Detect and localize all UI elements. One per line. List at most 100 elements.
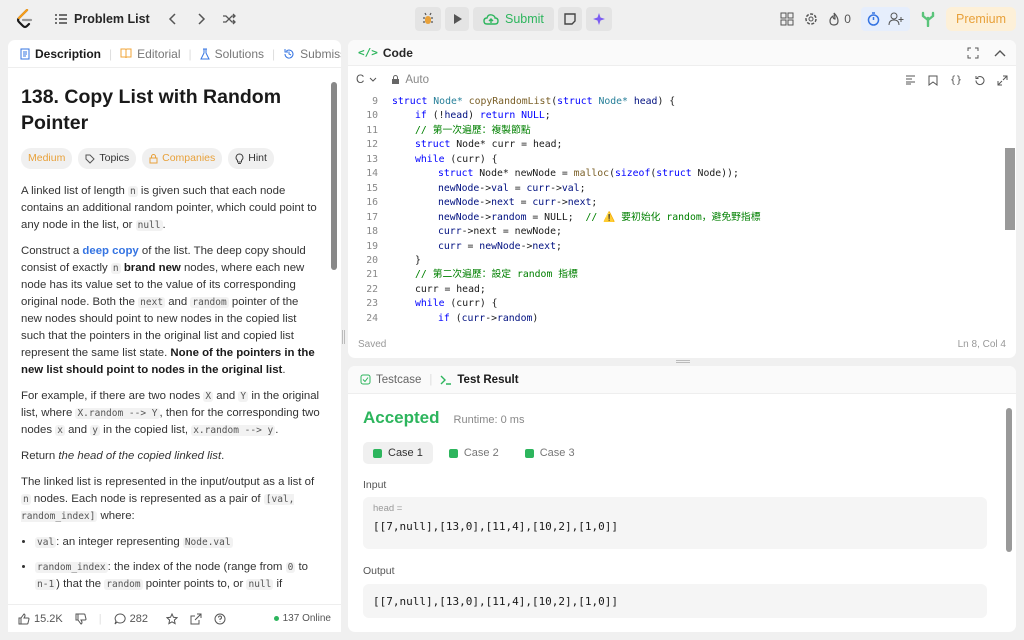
code-line: newNode->next = curr->next; (438, 197, 598, 209)
submit-button[interactable]: Submit (473, 7, 554, 31)
tab-solutions[interactable]: Solutions (199, 47, 264, 61)
shuffle-icon[interactable] (222, 13, 236, 25)
description-scrollbar[interactable] (331, 82, 337, 270)
case-2-label: Case 2 (463, 447, 499, 459)
output-box: [[7,null],[13,0],[11,4],[10,2],[1,0]] (363, 584, 987, 618)
cloud-upload-icon (483, 13, 499, 25)
line-number: 22 (366, 283, 378, 295)
like-button[interactable]: 15.2K (18, 613, 63, 625)
expand-icon[interactable] (997, 75, 1008, 86)
param-name: head = (373, 503, 403, 514)
editor-toolbar: C Auto {} (348, 66, 1016, 94)
collapse-up-icon[interactable] (994, 49, 1006, 57)
topics-label: Topics (99, 152, 130, 164)
topics-chip[interactable]: Topics (78, 148, 137, 169)
flask-icon (199, 48, 210, 60)
debug-button[interactable] (415, 7, 441, 31)
input-value: [[7,null],[13,0],[11,4],[10,2],[1,0]] (373, 520, 619, 533)
case-tab-3[interactable]: Case 3 (515, 442, 585, 464)
line-number: 16 (366, 197, 378, 209)
maximize-icon[interactable] (967, 47, 979, 59)
hint-chip[interactable]: Hint (228, 148, 274, 169)
code-title: Code (382, 45, 413, 60)
format-icon[interactable] (905, 75, 916, 86)
difficulty-badge[interactable]: Medium (21, 148, 73, 169)
run-button[interactable] (445, 7, 469, 31)
code-line: newNode->val = curr->val; (438, 182, 586, 194)
thumbs-down-icon[interactable] (75, 613, 87, 625)
comments-button[interactable]: 282 (114, 613, 148, 625)
settings-gear-icon[interactable] (804, 12, 818, 26)
code-line: } (415, 254, 421, 266)
case-tab-2[interactable]: Case 2 (439, 442, 509, 464)
output-label: Output (363, 565, 395, 577)
online-status: 137 Online (273, 613, 331, 624)
line-number: 21 (366, 269, 378, 281)
braces-icon[interactable]: {} (950, 75, 962, 86)
play-icon (451, 13, 463, 25)
premium-button[interactable]: Premium (945, 7, 1016, 31)
ai-assist-button[interactable] (585, 7, 612, 31)
companies-chip[interactable]: Companies (142, 148, 223, 169)
prev-problem-icon[interactable] (168, 13, 178, 25)
paragraph-2: Construct a deep copy of the list. The d… (21, 245, 315, 376)
timer-icon[interactable] (867, 12, 880, 26)
streak-button[interactable]: 0 (828, 12, 851, 26)
result-scrollbar[interactable] (1006, 408, 1012, 552)
code-line: // 第一次遍歷：複製節點 (415, 124, 531, 136)
leetcode-logo-icon[interactable] (14, 8, 36, 30)
code-line: curr = newNode->next; (438, 240, 562, 252)
panel-resize-handle[interactable] (342, 330, 345, 344)
input-box: head = [[7,null],[13,0],[11,4],[10,2],[1… (363, 497, 987, 549)
runtime-text: Runtime: 0 ms (453, 414, 525, 426)
problem-list-label: Problem List (74, 12, 150, 26)
reset-icon[interactable] (974, 75, 985, 86)
language-select[interactable]: C (356, 74, 377, 86)
tab-editorial[interactable]: Editorial (120, 47, 181, 61)
tab-description[interactable]: Description (20, 47, 101, 61)
line-number: 23 (366, 298, 378, 310)
list-item: val: an integer representing Node.val (35, 534, 321, 551)
title-line1: 138. Copy List with Random (21, 86, 282, 108)
bookmark-icon[interactable] (928, 75, 938, 86)
line-number: 14 (366, 168, 378, 180)
line-number: 24 (366, 312, 378, 324)
code-line: curr->next = newNode; (438, 226, 562, 238)
result-summary: Accepted Runtime: 0 ms (363, 408, 524, 428)
line-number: 17 (366, 211, 378, 223)
output-value: [[7,null],[13,0],[11,4],[10,2],[1,0]] (373, 594, 619, 608)
case-1-label: Case 1 (388, 447, 423, 459)
code-editor[interactable]: 9 10 11 12 13 14 15 16 17 18 19 20 21 22… (348, 92, 998, 326)
add-friend-icon[interactable] (888, 12, 904, 26)
notes-button[interactable] (557, 7, 582, 31)
case-tab-1[interactable]: Case 1 (363, 442, 433, 464)
problem-list-button[interactable]: Problem List (54, 12, 150, 26)
code-line: while (curr) { (415, 153, 498, 165)
likes-count: 15.2K (34, 612, 63, 625)
layout-icon[interactable] (780, 12, 794, 26)
code-line: struct Node* newNode = malloc(sizeof(str… (438, 168, 739, 180)
tree-icon[interactable] (920, 11, 936, 27)
vertical-resize-handle[interactable] (676, 360, 690, 363)
submit-label: Submit (505, 12, 544, 26)
hint-label: Hint (248, 152, 267, 164)
saved-status: Saved (358, 338, 387, 350)
next-problem-icon[interactable] (196, 13, 206, 25)
format-list: val: an integer representing Node.val ra… (21, 534, 321, 593)
tab-testcase[interactable]: Testcase (360, 374, 421, 386)
tab-test-result[interactable]: Test Result (440, 374, 519, 386)
lock-icon (149, 153, 158, 164)
line-number: 13 (366, 153, 378, 165)
history-icon (283, 48, 295, 60)
deep-copy-link[interactable]: deep copy (82, 245, 138, 257)
help-icon[interactable] (214, 613, 226, 625)
star-icon[interactable] (165, 612, 178, 625)
timer-friends-group (860, 7, 910, 31)
auto-mode[interactable]: Auto (391, 74, 429, 86)
problem-description: 138. Copy List with Random Pointer Medium… (21, 84, 321, 601)
code-scrollbar[interactable] (1005, 148, 1015, 230)
note-icon (564, 13, 576, 25)
companies-label: Companies (162, 152, 216, 164)
share-icon[interactable] (190, 613, 202, 625)
tab-submissions[interactable]: Submissions (283, 47, 341, 61)
